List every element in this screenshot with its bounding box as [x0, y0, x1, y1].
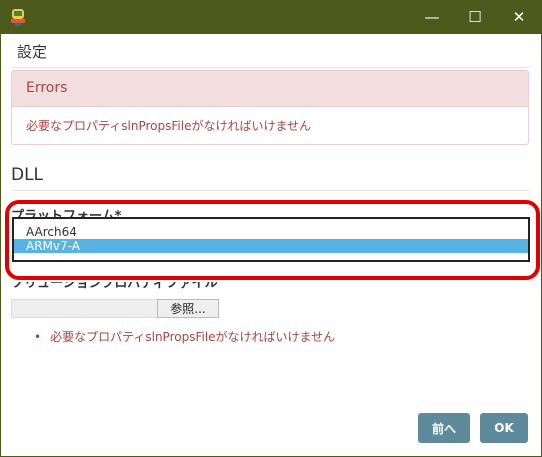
error-panel-message: 必要なプロパティslnPropsFileがなければいけません — [26, 119, 312, 133]
browse-button[interactable]: 参照... — [157, 299, 219, 318]
section-divider — [11, 190, 529, 191]
close-button[interactable]: ✕ — [496, 0, 542, 34]
platform-option-aarch64[interactable]: AArch64 — [14, 225, 528, 239]
platform-label: プラットフォーム* — [11, 209, 122, 217]
validation-list: 必要なプロパティslnPropsFileがなければいけません — [34, 328, 335, 345]
ok-button[interactable]: OK — [480, 413, 528, 443]
platform-option-armv7a[interactable]: ARMv7-A — [14, 239, 528, 253]
maximize-button[interactable]: ☐ — [452, 0, 498, 34]
solution-file-path-field[interactable] — [11, 299, 158, 318]
error-panel-header: Errors — [12, 71, 528, 107]
section-title: DLL — [11, 165, 44, 185]
platform-listbox[interactable]: AArch64 ARMv7-A — [12, 217, 530, 262]
validation-item: 必要なプロパティslnPropsFileがなければいけません — [34, 328, 335, 345]
app-icon — [9, 8, 27, 26]
title-divider — [11, 67, 529, 68]
prev-button[interactable]: 前へ — [418, 413, 470, 443]
window-titlebar: — ☐ ✕ — [0, 0, 542, 34]
solution-file-label: ソリューションプロパティファイル — [11, 282, 218, 291]
error-panel: Errors 必要なプロパティslnPropsFileがなければいけません — [11, 70, 529, 145]
dialog-title: 設定 — [17, 43, 48, 61]
minimize-button[interactable]: — — [409, 0, 455, 34]
